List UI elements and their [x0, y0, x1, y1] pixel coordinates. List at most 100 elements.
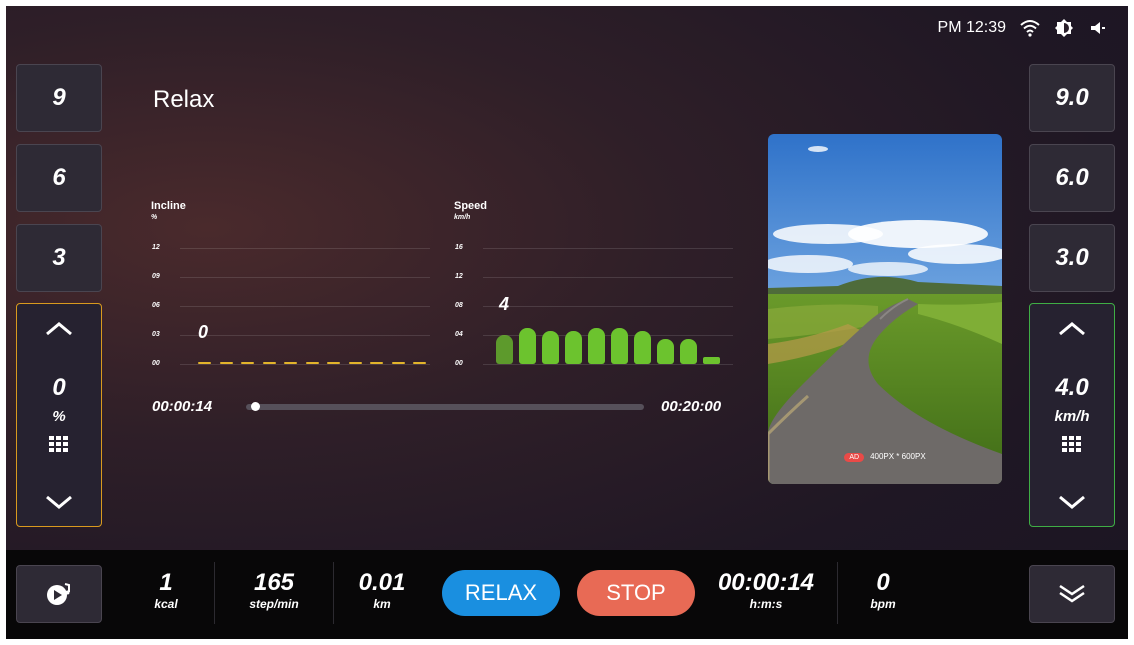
ad-caption: AD 400PX * 600PX: [768, 452, 1002, 462]
incline-current-value: 0: [198, 322, 209, 342]
speed-down-button[interactable]: [1030, 494, 1114, 515]
speed-keypad-button[interactable]: [1062, 436, 1082, 457]
speed-grid-line: [483, 277, 733, 278]
speed-tick-12: 12: [455, 273, 463, 280]
calories-unit: kcal: [154, 597, 178, 611]
speed-bar: [657, 338, 674, 364]
speed-bar: [634, 331, 651, 364]
divider: [837, 562, 838, 624]
progress-knob[interactable]: [250, 402, 260, 411]
incline-tick-06: 06: [152, 302, 160, 309]
speed-bar: [703, 356, 720, 364]
speed-tick-04: 04: [455, 331, 463, 338]
incline-grid-line: [180, 364, 430, 365]
duration-value: 00:00:14: [717, 569, 815, 596]
divider: [333, 562, 334, 624]
incline-preset-9-button[interactable]: 9: [16, 64, 102, 132]
chevron-down-icon: [46, 495, 72, 509]
incline-value: 0: [52, 374, 66, 401]
brightness-icon: [1054, 18, 1074, 38]
speed-grid-line: [483, 306, 733, 307]
speed-bar: [588, 327, 605, 364]
incline-bar: [284, 362, 297, 364]
incline-preset-3-button[interactable]: 3: [16, 224, 102, 292]
incline-grid-line: [180, 248, 430, 249]
speed-grid-line: [483, 364, 733, 365]
ad-banner[interactable]: AD 400PX * 600PX: [768, 134, 1002, 484]
incline-bar: [198, 362, 211, 364]
speed-current-value: 4: [499, 294, 510, 314]
incline-grid-line: [180, 277, 430, 278]
ad-text: 400PX * 600PX: [870, 452, 926, 461]
incline-preset-6-button[interactable]: 6: [16, 144, 102, 212]
bottom-bar: 1 kcal 165 step/min 0.01 km RELAX STOP 0…: [6, 550, 1128, 639]
speed-preset-6-button[interactable]: 6.0: [1029, 144, 1115, 212]
incline-bar: [327, 362, 340, 364]
speed-bar: [565, 331, 582, 364]
treadmill-screen: PM 12:39 9 6 3 0 % 9.0 6.0 3.0 4.0 km/h …: [6, 6, 1128, 639]
speed-bar: [611, 327, 628, 364]
speed-preset-9-button[interactable]: 9.0: [1029, 64, 1115, 132]
progress-track[interactable]: [246, 402, 644, 411]
incline-chart-unit: %: [151, 214, 158, 221]
incline-bar: [241, 362, 254, 364]
chevron-down-icon: [1059, 495, 1085, 509]
stop-button[interactable]: STOP: [577, 570, 695, 616]
speed-bar: [519, 327, 536, 364]
double-chevron-down-icon: [1059, 584, 1085, 603]
incline-keypad-button[interactable]: [49, 436, 69, 457]
stat-heart-rate: 0 bpm: [858, 570, 908, 612]
incline-bar: [413, 362, 426, 364]
volume-icon[interactable]: [1088, 18, 1108, 38]
status-bar: PM 12:39: [938, 16, 1108, 40]
chevron-up-icon: [1059, 322, 1085, 336]
collapse-button[interactable]: [1029, 565, 1115, 623]
road-landscape-image: [768, 134, 1002, 484]
incline-bar: [219, 362, 233, 364]
incline-bar: [348, 362, 362, 364]
stat-calories: 1 kcal: [141, 570, 191, 612]
chevron-up-icon: [46, 322, 72, 336]
incline-tick-03: 03: [152, 331, 160, 338]
music-button[interactable]: [16, 565, 102, 623]
incline-bar: [370, 362, 383, 364]
wifi-icon: [1020, 18, 1040, 38]
speed-value: 4.0: [1055, 374, 1089, 401]
speed-preset-3-button[interactable]: 3.0: [1029, 224, 1115, 292]
speed-bar: [496, 335, 513, 364]
distance-value: 0.01: [358, 569, 406, 596]
speed-bar: [542, 331, 559, 364]
speed-up-button[interactable]: [1030, 320, 1114, 341]
elapsed-time: 00:00:14: [152, 398, 213, 415]
relax-button[interactable]: RELAX: [442, 570, 560, 616]
speed-chart-label: Speed: [454, 200, 488, 212]
cadence-value: 165: [253, 569, 295, 596]
incline-bar: [262, 362, 276, 364]
cadence-unit: step/min: [249, 597, 299, 611]
speed-tick-00: 00: [455, 360, 463, 367]
incline-unit: %: [52, 408, 66, 425]
incline-grid-line: [180, 335, 430, 336]
incline-down-button[interactable]: [17, 494, 101, 515]
total-time: 00:20:00: [661, 398, 722, 415]
keypad-icon: [49, 436, 68, 452]
incline-tick-09: 09: [152, 273, 160, 280]
incline-adjuster: 0 %: [16, 303, 102, 527]
incline-tick-00: 00: [152, 360, 160, 367]
ad-badge: AD: [844, 453, 865, 462]
speed-grid-line: [483, 248, 733, 249]
speed-chart-unit: km/h: [454, 214, 471, 221]
distance-unit: km: [373, 597, 391, 611]
incline-up-button[interactable]: [17, 320, 101, 341]
incline-bar: [391, 362, 405, 364]
stat-cadence: 165 step/min: [234, 570, 314, 612]
speed-adjuster: 4.0 km/h: [1029, 303, 1115, 527]
music-disc-icon: [47, 583, 70, 605]
heart-rate-unit: bpm: [870, 597, 896, 611]
speed-tick-08: 08: [455, 302, 463, 309]
heart-rate-value: 0: [876, 569, 890, 596]
incline-bar: [305, 362, 319, 364]
speed-tick-16: 16: [455, 244, 463, 251]
keypad-icon: [1062, 436, 1081, 452]
stat-duration: 00:00:14 h:m:s: [706, 570, 826, 612]
